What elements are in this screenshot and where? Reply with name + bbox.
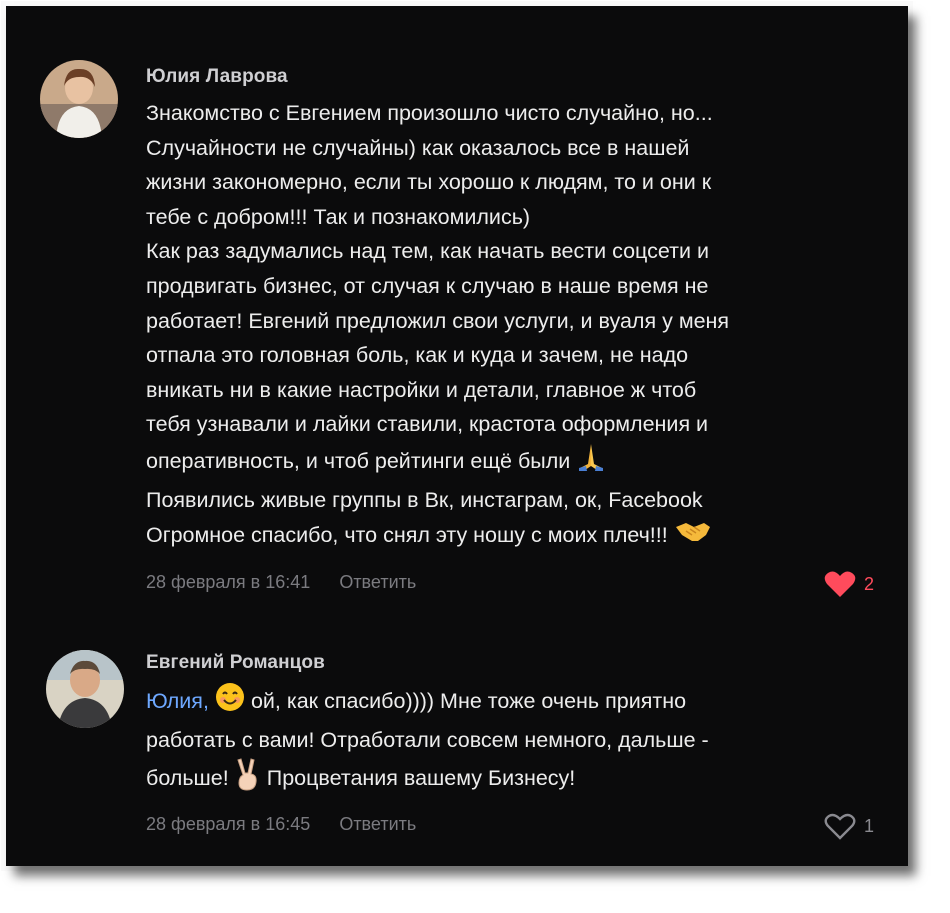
like-button[interactable]: 1 (824, 812, 874, 840)
avatar[interactable] (46, 650, 124, 728)
comment-line: Юлия, ой, как спасибо)))) Мне тоже очень … (146, 682, 881, 723)
comment-line-text: Процветания вашему Бизнесу! (266, 766, 576, 791)
comments-panel: Юлия Лаврова Знакомство с Евгением произ… (6, 6, 908, 866)
comment-line: Появились живые группы в Вк, инстаграм, … (146, 487, 703, 512)
comment-meta: 28 февраля в 16:41 Ответить (146, 572, 416, 593)
comment-line: Огромное спасибо, что снял эту ношу с мо… (146, 517, 881, 556)
folded-hands-emoji (576, 442, 606, 483)
comment-text: Юлия, ой, как спасибо)))) Мне тоже очень … (146, 682, 881, 802)
comment-line: Случайности не случайны) как оказалось в… (146, 135, 690, 160)
mention-link[interactable]: Юлия, (146, 689, 209, 713)
comment-line: Как раз задумались над тем, как начать в… (146, 239, 709, 264)
comment-line: вникать ни в какие настройки и детали, г… (146, 377, 697, 402)
comment-line: тебя узнавали и лайки ставили, крастота … (146, 412, 709, 437)
heart-filled-icon (824, 571, 856, 597)
comment-line-text: Огромное спасибо, что снял эту ношу с мо… (146, 523, 668, 548)
comment-line: продвигать бизнес, от случая к случаю в … (146, 273, 709, 298)
comment-line-text: оперативность, и чтоб рейтинги ещё были (146, 448, 571, 473)
comment-line: жизни закономерно, если ты хорошо к людя… (146, 170, 712, 195)
reply-button[interactable]: Ответить (339, 572, 416, 592)
comment-line: больше! Процветания вашему Бизнесу! (146, 757, 881, 802)
comment-date: 28 февраля в 16:45 (146, 814, 311, 834)
comment-line: оперативность, и чтоб рейтинги ещё были (146, 442, 881, 483)
comment-line: работает! Евгений предложил свои услуги,… (146, 308, 730, 333)
comment-date: 28 февраля в 16:41 (146, 572, 311, 592)
author-name[interactable]: Евгений Романцов (146, 652, 325, 674)
like-button[interactable]: 2 (824, 570, 874, 598)
comment-line: Знакомство с Евгением произошло чисто сл… (146, 101, 713, 125)
comment-line: работать с вами! Отработали совсем немно… (146, 727, 709, 752)
like-count: 1 (863, 815, 874, 836)
avatar[interactable] (40, 60, 118, 138)
reply-button[interactable]: Ответить (339, 814, 416, 834)
like-count: 2 (863, 573, 874, 594)
comment-line: тебе с добром!!! Так и познакомились) (146, 204, 531, 229)
comment-line-text: больше! (146, 766, 229, 791)
victory-hand-emoji (235, 757, 261, 802)
author-name[interactable]: Юлия Лаврова (146, 66, 288, 88)
comment-line: отпала это головная боль, как и куда и з… (146, 343, 689, 368)
comment-line-text: ой, как спасибо)))) Мне тоже очень прият… (250, 688, 687, 713)
comment-meta: 28 февраля в 16:45 Ответить (146, 814, 416, 835)
smiling-face-emoji (215, 682, 245, 723)
heart-outline-icon (824, 813, 856, 840)
comment-text: Знакомство с Евгением произошло чисто сл… (146, 96, 881, 556)
handshake-emoji (674, 517, 712, 556)
